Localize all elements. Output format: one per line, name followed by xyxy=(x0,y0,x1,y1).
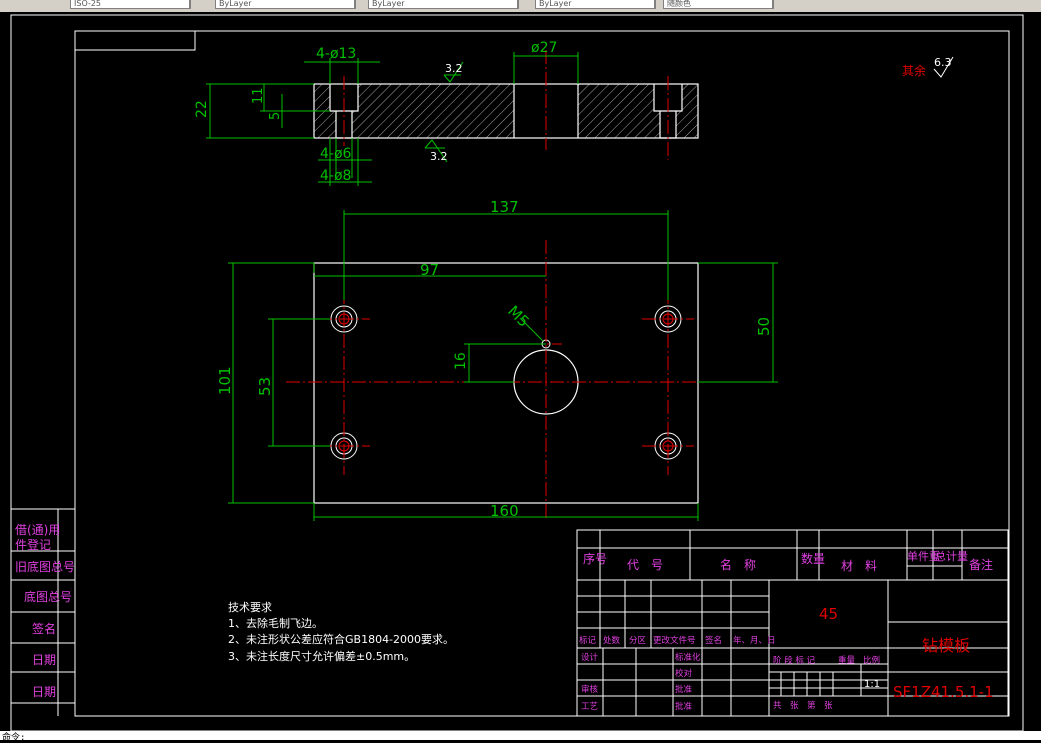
tb-col-remark: 备注 xyxy=(969,557,993,572)
tb-weight: 重量 xyxy=(838,655,856,666)
side-label-signature: 签名 xyxy=(32,621,56,636)
corner-box xyxy=(74,30,196,51)
tb-drawing-no: SF1Z41.5.1-1 xyxy=(893,683,994,701)
dim-counterbore-11: 11 xyxy=(251,87,266,104)
dim-dia-27: ø27 xyxy=(531,40,557,56)
roughness-top: 3.2 xyxy=(445,62,463,75)
tb-col-no: 序号 xyxy=(583,551,607,566)
tb-rev-mark: 标记 xyxy=(579,635,597,646)
dropdown-arrow-icon[interactable] xyxy=(355,0,366,9)
tb-scale-value: 1:1 xyxy=(864,679,880,690)
tb-col-qty: 数量 xyxy=(801,551,825,566)
cad-drawing-canvas[interactable]: 4-ø13 ø27 22 11 5 4-ø6 4-ø8 3.2 3.2 其余 6… xyxy=(0,12,1041,731)
roughness-rest-value: 6.3 xyxy=(934,56,952,69)
color-select[interactable]: ByLayer xyxy=(215,0,355,9)
dim-holes-13: 4-ø13 xyxy=(316,46,356,62)
command-prompt: 命令: xyxy=(2,733,26,743)
roughness-rest-label: 其余 xyxy=(902,63,926,78)
tb-col-code: 代 号 xyxy=(627,558,663,572)
tech-item-2: 2、未注形状公差应符合GB1804-2000要求。 xyxy=(228,632,454,646)
tb-rev-count: 处数 xyxy=(603,635,621,646)
tb-stage-mark: 阶 段 标 记 xyxy=(773,655,816,666)
tb-approve: 批准 xyxy=(675,684,693,695)
tb-standardize: 标准化 xyxy=(675,652,701,663)
tb-design: 设计 xyxy=(581,652,599,663)
dropdown-arrow-icon[interactable] xyxy=(773,0,784,9)
dim-holes-8: 4-ø8 xyxy=(320,168,351,184)
tb-rev-zone: 分区 xyxy=(629,636,647,646)
tb-rev-sign: 签名 xyxy=(705,635,722,646)
tb-rev-file: 更改文件号 xyxy=(653,635,696,646)
side-label-shared: 借(通)用 xyxy=(15,523,60,537)
tech-item-3: 3、未注长度尺寸允许偏差±0.5mm。 xyxy=(228,649,415,663)
roughness-bottom: 3.2 xyxy=(430,150,448,163)
dim-16: 16 xyxy=(453,352,469,370)
dim-width-160: 160 xyxy=(490,502,519,520)
dim-width-97: 97 xyxy=(420,261,439,279)
tb-check: 校对 xyxy=(675,668,693,679)
side-label-old-drawing-no: 旧底图总号 xyxy=(15,559,75,574)
tb-rev-date: 年、月、日 xyxy=(733,635,776,646)
linetype-select[interactable]: ByLayer xyxy=(368,0,518,9)
tech-item-1: 1、去除毛制飞边。 xyxy=(228,616,323,630)
side-label-date-1: 日期 xyxy=(32,653,56,667)
toolbar: ISO-25 ByLayer ByLayer ByLayer 随颜色 xyxy=(0,0,1041,12)
tb-col-material: 材 料 xyxy=(841,559,877,573)
side-label-date-2: 日期 xyxy=(32,685,56,699)
lineweight-select[interactable]: ByLayer xyxy=(535,0,655,9)
command-line[interactable]: 命令: xyxy=(0,731,1041,743)
tb-approve-2: 批准 xyxy=(675,701,693,712)
dim-width-137: 137 xyxy=(490,198,519,216)
plan-dimensions xyxy=(228,210,778,521)
tb-sheets: 共 张 第 张 xyxy=(773,700,833,711)
dim-thickness-22: 22 xyxy=(194,100,210,118)
dimstyle-select[interactable]: ISO-25 xyxy=(70,0,190,9)
tb-review: 审核 xyxy=(581,684,599,695)
tb-material-value: 45 xyxy=(819,605,838,623)
tb-process: 工艺 xyxy=(581,702,598,712)
tb-col-total: 总计量 xyxy=(935,549,968,563)
tech-title: 技术要求 xyxy=(228,601,272,614)
tb-part-name: 钻模板 xyxy=(922,636,970,655)
plan-view xyxy=(286,240,716,520)
dim-height-101: 101 xyxy=(216,366,234,395)
section-view xyxy=(313,50,699,160)
dropdown-arrow-icon[interactable] xyxy=(518,0,529,9)
dim-hole-5: 5 xyxy=(268,112,283,120)
dim-holes-6: 4-ø6 xyxy=(320,146,352,162)
dropdown-arrow-icon[interactable] xyxy=(190,0,201,9)
tb-col-name: 名 称 xyxy=(720,557,756,572)
dim-height-50: 50 xyxy=(755,317,773,336)
tb-scale-label: 比例 xyxy=(863,655,880,666)
plotstyle-select[interactable]: 随颜色 xyxy=(663,0,773,9)
side-label-drawing-no: 底图总号 xyxy=(24,589,72,604)
dim-height-53: 53 xyxy=(256,377,274,396)
side-label-register: 件登记 xyxy=(15,537,51,552)
tech-requirements: 技术要求 1、去除毛制飞边。 2、未注形状公差应符合GB1804-2000要求。… xyxy=(228,601,454,663)
